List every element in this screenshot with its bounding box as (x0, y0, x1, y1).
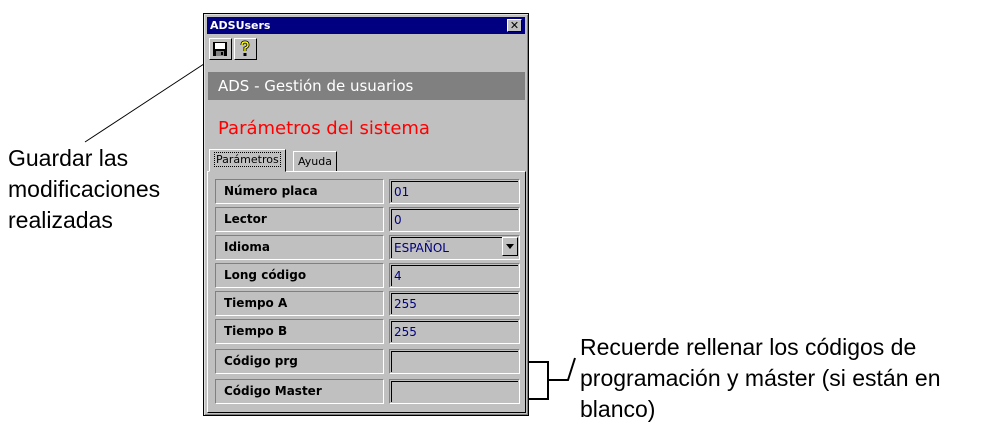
codigo-prg-label: Código prg (215, 349, 384, 374)
long-codigo-label: Long código (215, 263, 384, 288)
codigo-master-field[interactable] (389, 379, 520, 404)
app-header: ADS - Gestión de usuarios (208, 72, 525, 100)
tiempo-a-value: 255 (391, 293, 518, 314)
idioma-value: ESPAÑOL (391, 237, 518, 258)
close-button[interactable]: ✕ (507, 19, 522, 32)
codigo-prg-field[interactable] (389, 349, 520, 374)
window-titlebar[interactable]: ADSUsers ✕ (207, 17, 525, 34)
codigo-master-label: Código Master (215, 379, 384, 404)
tab-ayuda-label: Ayuda (298, 155, 332, 168)
tiempo-b-value: 255 (391, 321, 518, 342)
codigo-prg-value (391, 351, 518, 372)
idioma-label: Idioma (215, 235, 384, 260)
lector-value: 0 (391, 209, 518, 230)
tab-parametros[interactable]: Parámetros (209, 149, 286, 172)
tiempo-b-field[interactable]: 255 (389, 319, 520, 344)
section-title: Parámetros del sistema (218, 118, 430, 139)
save-button[interactable] (209, 38, 232, 60)
adsusers-window: ADSUsers ✕ ADS - Gestión de usuarios Par… (203, 13, 529, 416)
tiempo-b-label: Tiempo B (215, 319, 384, 344)
help-button[interactable] (234, 38, 257, 60)
lector-field[interactable]: 0 (389, 207, 520, 232)
codigo-master-value (391, 381, 518, 402)
lector-label: Lector (215, 207, 384, 232)
chevron-down-icon (506, 244, 514, 249)
tab-parametros-label: Parámetros (214, 152, 281, 167)
save-annotation: Guardar las modificaciones realizadas (8, 145, 161, 233)
save-icon (213, 42, 227, 56)
dropdown-button[interactable] (502, 237, 518, 256)
idioma-select[interactable]: ESPAÑOL (389, 235, 520, 260)
save-callout-line (84, 59, 211, 143)
tiempo-a-label: Tiempo A (215, 291, 384, 316)
close-icon: ✕ (509, 19, 520, 32)
codes-annotation: Recuerde rellenar los códigos de program… (580, 334, 941, 422)
tiempo-a-field[interactable]: 255 (389, 291, 520, 316)
long-codigo-value: 4 (391, 265, 518, 286)
numero-placa-label: Número placa (215, 179, 384, 204)
help-icon (240, 40, 250, 56)
numero-placa-field[interactable]: 01 (389, 179, 520, 204)
window-title: ADSUsers (210, 19, 271, 32)
tab-ayuda[interactable]: Ayuda (293, 151, 337, 172)
numero-placa-value: 01 (391, 181, 518, 202)
long-codigo-field[interactable]: 4 (389, 263, 520, 288)
